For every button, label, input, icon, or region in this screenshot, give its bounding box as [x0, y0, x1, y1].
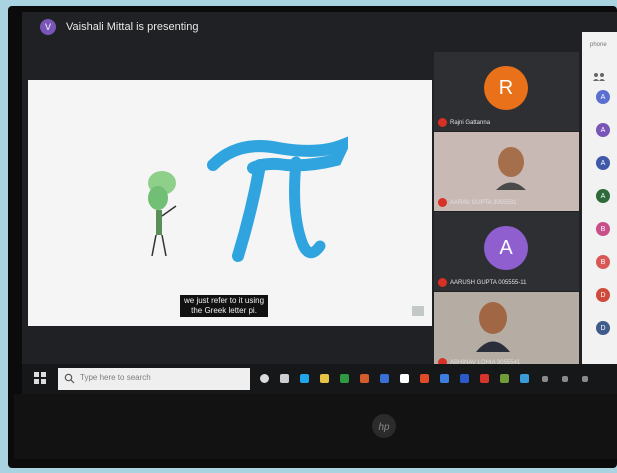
captions: we just refer to it using the Greek lett…	[180, 295, 269, 317]
slide-control-icon[interactable]	[412, 306, 424, 316]
participant-video	[496, 147, 526, 190]
chrome-icon[interactable]	[500, 374, 509, 383]
participant-tile[interactable]: A AARUSH GUPTA 005555-11	[434, 212, 579, 291]
people-panel: phone A A A A B B D D	[582, 32, 617, 372]
presenter-bar: V Vaishali Mittal is presenting	[22, 12, 582, 42]
search-placeholder: Type here to search	[80, 373, 151, 382]
app-icon-5[interactable]	[440, 374, 449, 383]
tray-icon[interactable]	[542, 376, 548, 382]
presenter-avatar: V	[40, 19, 56, 35]
presenting-text: Vaishali Mittal is presenting	[66, 21, 199, 33]
windows-taskbar: Type here to search	[22, 364, 617, 394]
search-icon	[64, 373, 75, 384]
participant-video	[476, 302, 510, 352]
shared-slide: we just refer to it using the Greek lett…	[28, 80, 432, 326]
app-icon-8[interactable]	[520, 374, 529, 383]
people-icon[interactable]	[592, 72, 606, 81]
participant-tile[interactable]: R Rajni Gattanna	[434, 52, 579, 131]
caption-line-1: we just refer to it using	[184, 296, 265, 305]
mic-off-icon	[438, 278, 447, 287]
cortana-icon[interactable]	[260, 374, 269, 383]
participant-name: Rajni Gattanna	[450, 120, 491, 126]
side-participant-avatar[interactable]: B	[596, 255, 610, 269]
side-participant-avatar[interactable]: A	[596, 189, 610, 203]
app-icon-6[interactable]	[460, 374, 469, 383]
laptop-lower-bezel	[14, 394, 617, 459]
windows-start-icon[interactable]	[34, 372, 46, 384]
hp-logo: hp	[372, 414, 396, 438]
pi-symbol-graphic	[207, 136, 348, 262]
panel-label: phone	[590, 42, 607, 48]
mic-off-icon	[438, 198, 447, 207]
participant-avatar: A	[484, 226, 528, 270]
file-explorer-icon[interactable]	[320, 374, 329, 383]
character-illustration	[148, 171, 177, 257]
app-icon-7[interactable]	[480, 374, 489, 383]
app-icon-1[interactable]	[360, 374, 369, 383]
participant-tile[interactable]: ABHINAV LOHIA 3055541	[434, 292, 579, 371]
taskbar-search-box[interactable]: Type here to search	[58, 368, 250, 390]
participant-name: AARUSH GUPTA 005555-11	[450, 280, 527, 286]
side-participant-avatar[interactable]: B	[596, 222, 610, 236]
task-view-icon[interactable]	[280, 374, 289, 383]
app-icon-4[interactable]	[420, 374, 429, 383]
side-participant-avatar[interactable]: A	[596, 123, 610, 137]
participant-tiles: R Rajni Gattanna AARAV GUPTA 3055531 A A…	[434, 52, 579, 372]
participant-tile[interactable]: AARAV GUPTA 3055531	[434, 132, 579, 211]
edge-icon[interactable]	[300, 374, 309, 383]
excel-icon[interactable]	[340, 374, 349, 383]
app-icon-2[interactable]	[380, 374, 389, 383]
network-icon[interactable]	[562, 376, 568, 382]
svg-text:hp: hp	[378, 422, 390, 433]
participant-avatar: R	[484, 66, 528, 110]
side-participant-avatar[interactable]: A	[596, 156, 610, 170]
caption-line-2: the Greek letter pi.	[191, 306, 257, 315]
meet-screen: V Vaishali Mittal is presenting we just …	[22, 12, 617, 372]
side-participant-avatar[interactable]: D	[596, 288, 610, 302]
mic-off-icon	[438, 118, 447, 127]
side-participant-avatar[interactable]: A	[596, 90, 610, 104]
app-icon-3[interactable]	[400, 374, 409, 383]
side-participant-avatar[interactable]: D	[596, 321, 610, 335]
volume-icon[interactable]	[582, 376, 588, 382]
participant-name: AARAV GUPTA 3055531	[450, 200, 517, 206]
